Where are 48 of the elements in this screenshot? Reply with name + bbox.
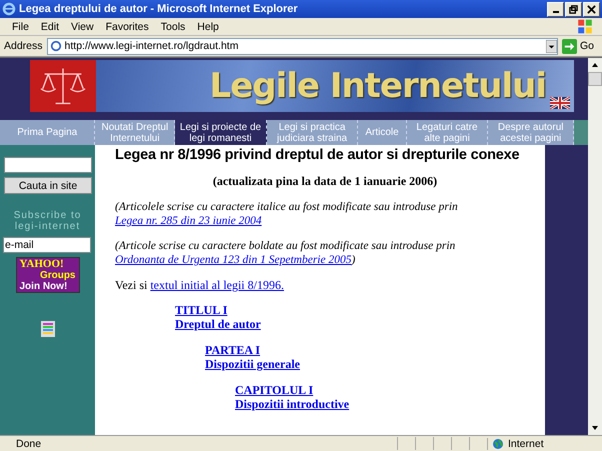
close-button[interactable] xyxy=(583,2,600,16)
windows-logo-icon xyxy=(576,18,594,35)
note-text: (Articole scrise cu caractere boldate au fost modificate sau introduse prin Ordonanta de Urgenta 123 din 1 Sepetmberie 2005) xyxy=(115,239,456,267)
subscribe-text: Subscribe to legi-internet xyxy=(12,210,82,232)
close-icon xyxy=(587,4,596,14)
section-link[interactable]: TITLUL I xyxy=(175,303,228,317)
minimize-button[interactable] xyxy=(547,2,564,16)
search-button[interactable]: Cauta in site xyxy=(4,177,92,194)
address-field[interactable]: http://www.legi-internet.ro/lgdraut.htm xyxy=(46,38,558,54)
menu-item[interactable]: Edit xyxy=(34,20,66,32)
restore-button[interactable] xyxy=(565,2,582,16)
original-text-link[interactable]: textul initial al legii 8/1996. xyxy=(150,278,284,292)
menu-item[interactable]: View xyxy=(65,20,100,32)
list-icon[interactable] xyxy=(40,321,54,337)
globe-icon xyxy=(492,438,504,450)
email-field[interactable]: e-mail xyxy=(3,237,91,253)
article-subtitle: (actualizata pina la data de 1 ianuarie 2006) xyxy=(212,174,438,189)
article-title: Legea nr 8/1996 privind dreptul de autor si drepturile conexe xyxy=(115,147,520,163)
menu-item[interactable]: File xyxy=(6,20,35,32)
note-text: (Articolele scrise cu caractere italice au fost modificate sau introduse prin Legea nr. 285 din 23 iunie 2004 xyxy=(115,200,459,228)
law-link[interactable]: Legea nr. 285 din 23 iunie 2004 xyxy=(115,215,262,227)
yahoo-groups-badge[interactable]: YAHOO! Groups Join Now! xyxy=(16,257,80,293)
restore-icon xyxy=(569,4,578,14)
section-link[interactable]: PARTEA I xyxy=(205,343,260,357)
nav-tab[interactable]: Legi si proiecte de legi romanesti xyxy=(175,120,267,145)
section-link[interactable]: Dispozitii generale xyxy=(205,357,300,371)
site-title: Legile Internetului xyxy=(210,66,546,106)
section-link[interactable]: Dispozitii introductive xyxy=(235,397,350,411)
address-label: Address xyxy=(4,40,43,52)
minimize-icon xyxy=(552,11,558,13)
menu-item[interactable]: Help xyxy=(191,20,225,32)
scroll-thumb[interactable] xyxy=(588,72,602,86)
section-link[interactable]: CAPITOLUL I xyxy=(235,383,314,397)
section-link[interactable]: Dreptul de autor xyxy=(175,317,261,331)
menu-item[interactable]: Favorites xyxy=(100,20,155,32)
internet-zone: Internet xyxy=(487,438,602,450)
scales-logo-icon xyxy=(30,60,96,112)
flag-icon[interactable] xyxy=(550,97,570,109)
browser-icon xyxy=(2,2,16,16)
dropdown-icon[interactable] xyxy=(546,40,557,52)
status-text: Done xyxy=(15,438,42,450)
see-also-text: Vezi si textul initial al legii 8/1996. xyxy=(115,278,285,293)
go-button[interactable]: Go xyxy=(562,38,598,54)
scrollbar[interactable] xyxy=(588,58,602,435)
search-field[interactable] xyxy=(4,157,92,173)
menu-item[interactable]: Tools xyxy=(154,20,192,32)
window-title: Legea dreptului de autor - Microsoft Internet Explorer xyxy=(19,3,299,15)
law-link[interactable]: Ordonanta de Urgenta 123 din 1 Sepetmberie 2005 xyxy=(115,254,352,266)
